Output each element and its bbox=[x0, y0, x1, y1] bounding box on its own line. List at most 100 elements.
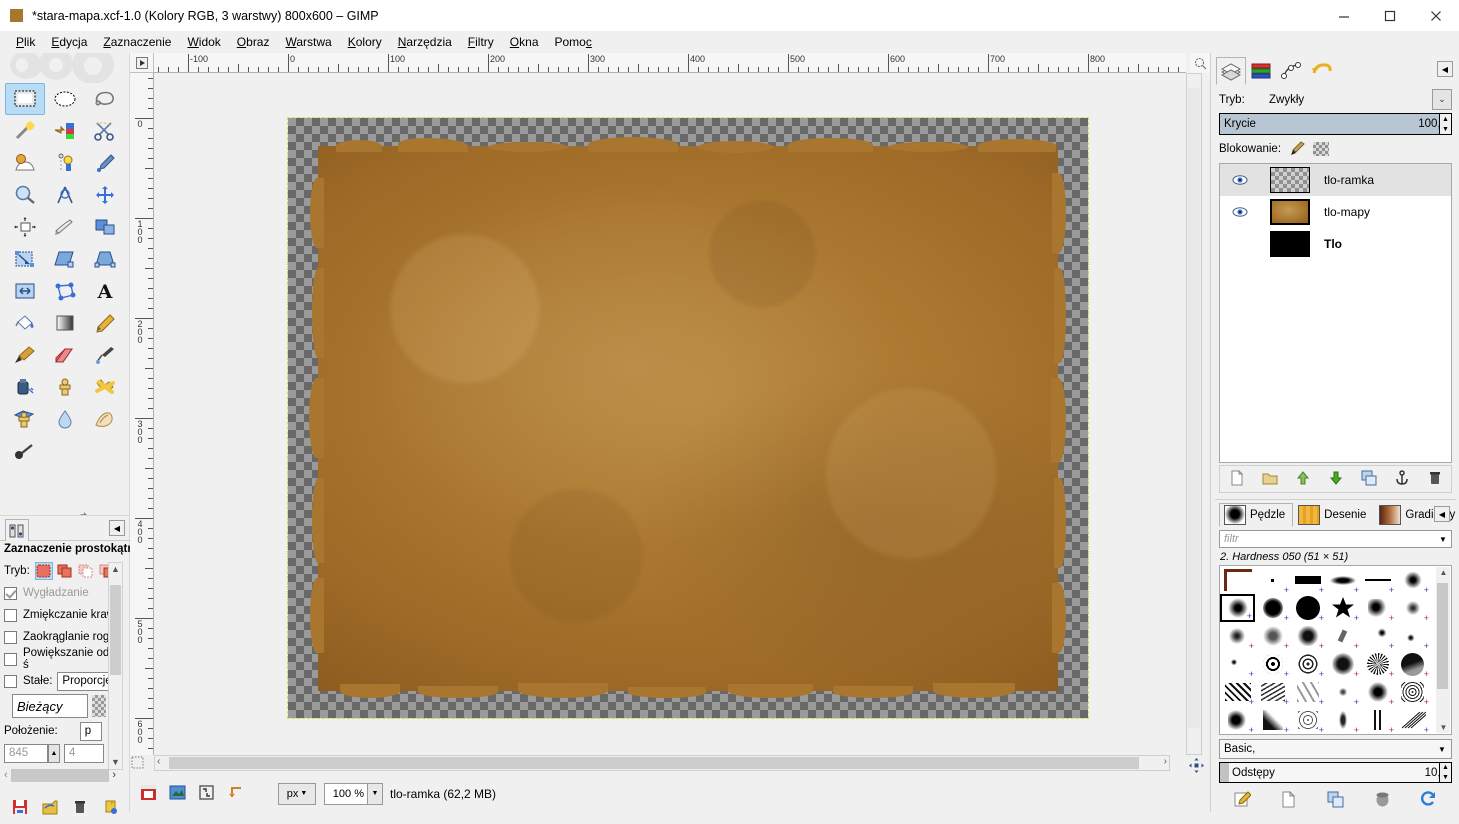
ruler-menu-button[interactable] bbox=[130, 53, 154, 73]
hscroll-thumb[interactable] bbox=[10, 768, 110, 782]
vertical-ruler[interactable]: 0 100 200 300 400 500 600 bbox=[130, 73, 154, 755]
antialiasing-checkbox[interactable] bbox=[4, 586, 17, 600]
minimize-button[interactable] bbox=[1321, 0, 1367, 31]
image-canvas[interactable] bbox=[287, 117, 1089, 719]
fuzzy-select-tool[interactable] bbox=[5, 115, 45, 147]
save-tool-preset-icon[interactable] bbox=[12, 799, 28, 818]
brush-item[interactable]: + bbox=[1360, 622, 1395, 651]
tab-brushes[interactable]: Pędzle bbox=[1219, 503, 1294, 527]
brush-grid-container[interactable]: + + + + + + + + + + + + + + + + + + + + … bbox=[1219, 565, 1452, 735]
brush-item[interactable]: + bbox=[1395, 566, 1430, 595]
menu-widok[interactable]: Widok bbox=[179, 33, 228, 51]
new-layer-icon[interactable] bbox=[1229, 469, 1245, 489]
scroll-thumb[interactable] bbox=[110, 585, 121, 675]
brush-preset-select[interactable]: Basic, ▼ bbox=[1219, 739, 1452, 759]
text-tool[interactable]: A bbox=[85, 275, 125, 307]
duplicate-layer-icon[interactable] bbox=[1361, 470, 1377, 489]
layer-thumbnail[interactable] bbox=[1270, 198, 1310, 225]
scroll-up-arrow[interactable]: ▲ bbox=[109, 563, 122, 576]
brush-item[interactable]: + bbox=[1395, 650, 1430, 679]
color-picker-tool[interactable] bbox=[85, 147, 125, 179]
lock-alpha-icon[interactable] bbox=[1313, 142, 1330, 156]
navigate-image-icon[interactable] bbox=[169, 784, 186, 804]
brush-item[interactable]: + bbox=[1325, 678, 1360, 707]
restore-tool-preset-icon[interactable] bbox=[42, 799, 58, 818]
tool-options-hscrollbar[interactable]: ‹ › bbox=[4, 766, 116, 784]
lock-pixels-icon[interactable] bbox=[1289, 140, 1305, 159]
perspective-clone-tool[interactable] bbox=[5, 403, 45, 435]
opacity-spinner[interactable]: ▲ ▼ bbox=[1439, 113, 1452, 135]
foreground-select-tool[interactable] bbox=[5, 147, 45, 179]
lower-layer-icon[interactable] bbox=[1328, 470, 1344, 489]
brush-item[interactable]: + bbox=[1255, 706, 1290, 734]
collapse-layers-dock-button[interactable]: ◀ bbox=[1437, 61, 1453, 77]
brush-item[interactable]: + bbox=[1360, 706, 1395, 734]
fixed-checkbox[interactable] bbox=[4, 674, 17, 688]
brush-item[interactable] bbox=[1290, 734, 1325, 735]
brush-item[interactable]: + bbox=[1220, 650, 1255, 679]
spacing-spinner[interactable]: ▲ ▼ bbox=[1439, 762, 1452, 783]
airbrush-tool[interactable] bbox=[85, 339, 125, 371]
zoom-image-button[interactable] bbox=[1190, 53, 1210, 73]
shear-tool[interactable] bbox=[45, 243, 85, 275]
perspective-tool[interactable] bbox=[85, 243, 125, 275]
spacing-slider-handle[interactable] bbox=[1220, 763, 1229, 782]
layer-visibility-toggle[interactable] bbox=[1220, 174, 1260, 186]
delete-brush-icon[interactable] bbox=[1374, 791, 1391, 811]
brush-scroll-thumb[interactable] bbox=[1437, 583, 1448, 689]
menu-filtry[interactable]: Filtry bbox=[460, 33, 502, 51]
menu-obraz[interactable]: Obraz bbox=[229, 33, 278, 51]
zoom-tool[interactable] bbox=[5, 179, 45, 211]
close-button[interactable] bbox=[1413, 0, 1459, 31]
mode-add-button[interactable] bbox=[56, 562, 74, 580]
eraser-tool[interactable] bbox=[45, 339, 85, 371]
layers-list[interactable]: tlo-ramka tlo-mapy Tlo bbox=[1219, 163, 1452, 463]
brush-item[interactable]: + bbox=[1255, 678, 1290, 707]
spacing-spin-down[interactable]: ▼ bbox=[1440, 773, 1451, 783]
spacing-spin-up[interactable]: ▲ bbox=[1440, 763, 1451, 773]
brush-item[interactable] bbox=[1395, 734, 1430, 735]
brush-item[interactable]: + bbox=[1290, 706, 1325, 734]
brush-item[interactable]: + bbox=[1220, 622, 1255, 651]
rect-select-tool[interactable] bbox=[5, 83, 45, 115]
tool-options-icon[interactable] bbox=[5, 519, 29, 541]
layer-name[interactable]: tlo-mapy bbox=[1324, 205, 1370, 219]
move-tool[interactable] bbox=[85, 179, 125, 211]
delete-tool-preset-icon[interactable] bbox=[72, 799, 88, 818]
menu-pomoc[interactable]: Pomoc bbox=[547, 33, 600, 51]
menu-okna[interactable]: Okna bbox=[502, 33, 547, 51]
edit-brush-icon[interactable] bbox=[1234, 791, 1252, 811]
brush-item[interactable]: + bbox=[1325, 706, 1360, 734]
collapse-brushes-dock-button[interactable]: ◀ bbox=[1434, 506, 1450, 522]
option-antialiasing[interactable]: Wygładzanie bbox=[0, 582, 118, 604]
scroll-down-arrow[interactable]: ▼ bbox=[1438, 723, 1449, 732]
brush-item[interactable]: + bbox=[1255, 650, 1290, 679]
option-feather-edges[interactable]: Zmiękczanie kraw bbox=[0, 604, 118, 626]
menu-kolory[interactable]: Kolory bbox=[340, 33, 390, 51]
brush-item[interactable]: + bbox=[1290, 566, 1325, 595]
brush-item[interactable]: + bbox=[1395, 678, 1430, 707]
brush-item[interactable]: + bbox=[1360, 566, 1395, 595]
brush-item[interactable] bbox=[1325, 734, 1360, 735]
align-tool[interactable] bbox=[5, 211, 45, 243]
navigation-preview-button[interactable] bbox=[1186, 755, 1206, 775]
layer-visibility-toggle[interactable] bbox=[1220, 206, 1260, 218]
refresh-brushes-icon[interactable] bbox=[1420, 791, 1437, 811]
paintbrush-tool[interactable] bbox=[5, 339, 45, 371]
clone-tool[interactable] bbox=[45, 371, 85, 403]
duplicate-brush-icon[interactable] bbox=[1327, 791, 1344, 811]
layers-tab[interactable] bbox=[1216, 57, 1246, 85]
collapse-dock-button[interactable]: ◀ bbox=[109, 520, 125, 536]
hscroll-left-arrow[interactable]: ‹ bbox=[4, 769, 8, 781]
menu-narzedzia[interactable]: Narzędzia bbox=[390, 33, 460, 51]
brush-item[interactable] bbox=[1220, 566, 1255, 594]
zoom-input[interactable]: 100 % bbox=[324, 782, 368, 805]
smudge-tool[interactable] bbox=[85, 403, 125, 435]
blur-sharpen-tool[interactable] bbox=[45, 403, 85, 435]
layer-mode-dropdown[interactable]: ⌄ bbox=[1432, 89, 1452, 110]
chevron-down-icon[interactable]: ▼ bbox=[1435, 535, 1451, 544]
brush-item[interactable] bbox=[1360, 734, 1395, 735]
dodge-burn-tool[interactable] bbox=[5, 435, 45, 467]
position-unit-select[interactable]: p bbox=[79, 721, 102, 741]
raise-layer-icon[interactable] bbox=[1295, 470, 1311, 489]
